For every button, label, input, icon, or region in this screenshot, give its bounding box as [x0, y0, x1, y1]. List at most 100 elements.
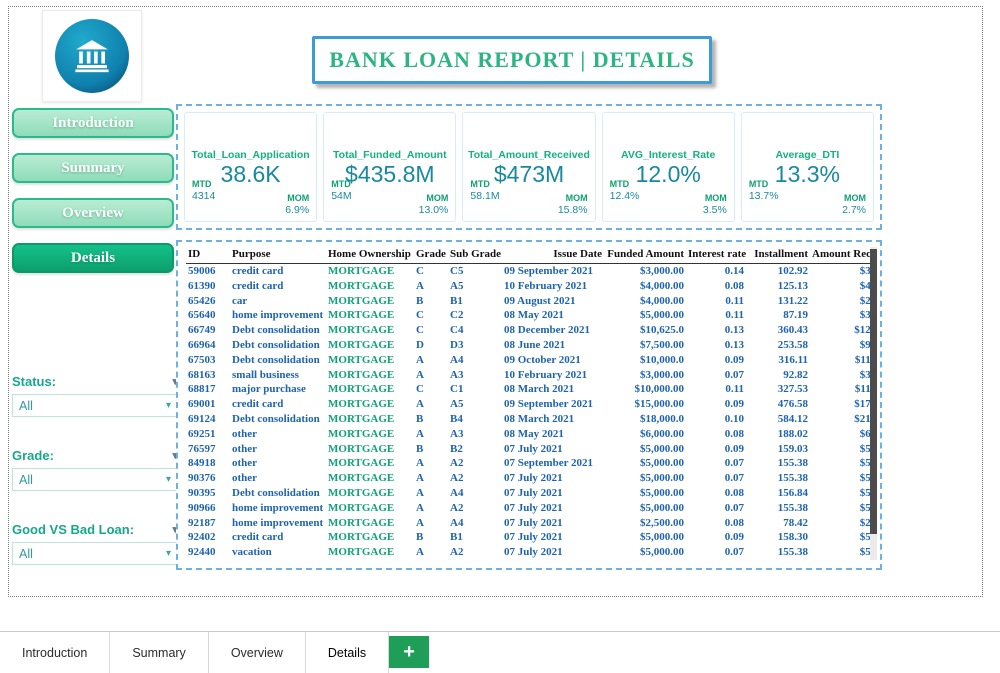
- cell-funded-amount: $5,000.00: [604, 471, 686, 486]
- cell-id: 59006: [186, 264, 230, 279]
- kpi-mtd: MTD 13.7%: [749, 179, 779, 202]
- cell-installment: 78.42: [746, 516, 810, 531]
- cell-sub-grade: D3: [448, 338, 502, 353]
- cell-grade: A: [414, 279, 448, 294]
- new-page-button[interactable]: +: [389, 636, 429, 668]
- cell-id: 68817: [186, 382, 230, 397]
- cell-installment: 158.30: [746, 530, 810, 545]
- cell-home-ownership: MORTGAGE: [326, 397, 414, 412]
- cell-sub-grade: A4: [448, 516, 502, 531]
- cell-interest-rate: 0.09: [686, 397, 746, 412]
- nav-button[interactable]: Overview: [12, 198, 174, 228]
- loan-table: ID Purpose Home Ownership Grade Sub Grad…: [186, 248, 870, 560]
- column-header[interactable]: Funded Amount: [604, 248, 686, 264]
- filter-dropdown[interactable]: All ▾: [12, 468, 178, 491]
- cell-interest-rate: 0.08: [686, 427, 746, 442]
- cell-installment: 102.92: [746, 264, 810, 279]
- cell-purpose: home improvement: [230, 501, 326, 516]
- cell-amount-received: $6,786: [810, 427, 870, 442]
- cell-sub-grade: B2: [448, 442, 502, 457]
- column-header[interactable]: ID: [186, 248, 230, 264]
- cell-grade: A: [414, 486, 448, 501]
- cell-purpose: vacation: [230, 545, 326, 560]
- column-header[interactable]: Interest rate: [686, 248, 746, 264]
- kpi-mom-value: 2.7%: [842, 204, 866, 216]
- powerbi-report-page: … Introduction Summary Overview Details …: [0, 0, 1000, 673]
- column-header[interactable]: Grade: [414, 248, 448, 264]
- cell-grade: D: [414, 338, 448, 353]
- cell-purpose: Debt consolidation: [230, 323, 326, 338]
- page-tab-bar: Introduction Summary Overview Details +: [0, 631, 1000, 673]
- cell-installment: 131.22: [746, 294, 810, 309]
- column-header[interactable]: Purpose: [230, 248, 326, 264]
- cell-id: 90395: [186, 486, 230, 501]
- cell-interest-rate: 0.10: [686, 412, 746, 427]
- cell-grade: A: [414, 427, 448, 442]
- chevron-down-icon: ▾: [166, 474, 171, 485]
- cell-id: 84918: [186, 456, 230, 471]
- cell-grade: A: [414, 471, 448, 486]
- cell-id: 92187: [186, 516, 230, 531]
- cell-amount-received: $3,154: [810, 308, 870, 323]
- page-tab[interactable]: Details: [306, 632, 389, 673]
- cell-amount-received: $5,699: [810, 530, 870, 545]
- page-tabs: Introduction Summary Overview Details: [0, 632, 389, 673]
- cell-home-ownership: MORTGAGE: [326, 516, 414, 531]
- cell-home-ownership: MORTGAGE: [326, 456, 414, 471]
- cell-grade: A: [414, 353, 448, 368]
- table-row: 90376 other MORTGAGE A A2 07 July 2021 $…: [186, 471, 870, 486]
- cell-sub-grade: B1: [448, 294, 502, 309]
- table-row: 90966 home improvement MORTGAGE A A2 07 …: [186, 501, 870, 516]
- nav-button[interactable]: Introduction: [12, 108, 174, 138]
- cell-purpose: Debt consolidation: [230, 353, 326, 368]
- table-row: 92440 vacation MORTGAGE A A2 07 July 202…: [186, 545, 870, 560]
- kpi-mtd-value: 12.4%: [610, 190, 640, 202]
- nav-button[interactable]: Summary: [12, 153, 174, 183]
- cell-funded-amount: $5,000.00: [604, 545, 686, 560]
- cell-home-ownership: MORTGAGE: [326, 471, 414, 486]
- table-row: 76597 other MORTGAGE B B2 07 July 2021 $…: [186, 442, 870, 457]
- cell-sub-grade: B4: [448, 412, 502, 427]
- kpi-mom: MOM 2.7%: [842, 193, 866, 216]
- cell-installment: 476.58: [746, 397, 810, 412]
- cell-interest-rate: 0.11: [686, 382, 746, 397]
- kpi-mom-value: 15.8%: [558, 204, 588, 216]
- filter-dropdown[interactable]: All ▾: [12, 542, 178, 565]
- column-header[interactable]: Issue Date: [502, 248, 604, 264]
- table-row: 90395 Debt consolidation MORTGAGE A A4 0…: [186, 486, 870, 501]
- cell-id: 69124: [186, 412, 230, 427]
- page-tab[interactable]: Overview: [209, 632, 306, 673]
- cell-issue-date: 07 July 2021: [502, 501, 604, 516]
- cell-purpose: other: [230, 442, 326, 457]
- cell-id: 65640: [186, 308, 230, 323]
- cell-home-ownership: MORTGAGE: [326, 530, 414, 545]
- column-header[interactable]: Installment: [746, 248, 810, 264]
- page-tab[interactable]: Introduction: [0, 632, 110, 673]
- column-header[interactable]: Home Ownership: [326, 248, 414, 264]
- cell-amount-received: $17,130: [810, 397, 870, 412]
- cell-installment: 155.38: [746, 471, 810, 486]
- column-header[interactable]: Sub Grade: [448, 248, 502, 264]
- filter-dropdown[interactable]: All ▾: [12, 394, 178, 417]
- scrollbar-thumb[interactable]: [870, 249, 877, 534]
- cell-interest-rate: 0.07: [686, 471, 746, 486]
- nav-button[interactable]: Details: [12, 243, 174, 273]
- kpi-mom-label: MOM: [842, 193, 866, 203]
- column-header[interactable]: Amount Received: [810, 248, 870, 264]
- loan-table-panel: ID Purpose Home Ownership Grade Sub Grad…: [176, 240, 882, 570]
- table-scrollbar[interactable]: [870, 247, 877, 560]
- cell-sub-grade: A3: [448, 427, 502, 442]
- kpi-mom-value: 6.9%: [285, 204, 309, 216]
- cell-funded-amount: $3,000.00: [604, 368, 686, 383]
- cell-funded-amount: $2,500.00: [604, 516, 686, 531]
- cell-home-ownership: MORTGAGE: [326, 323, 414, 338]
- cell-amount-received: $5,200: [810, 456, 870, 471]
- kpi-mom: MOM 3.5%: [703, 193, 727, 216]
- page-tab[interactable]: Summary: [110, 632, 208, 673]
- cell-installment: 159.03: [746, 442, 810, 457]
- filters: Status: ▾ All ▾ Grade: ▾ All ▾: [12, 374, 178, 565]
- cell-issue-date: 08 May 2021: [502, 427, 604, 442]
- cell-grade: C: [414, 323, 448, 338]
- cell-grade: A: [414, 397, 448, 412]
- kpi-mtd: MTD 54M: [331, 179, 351, 202]
